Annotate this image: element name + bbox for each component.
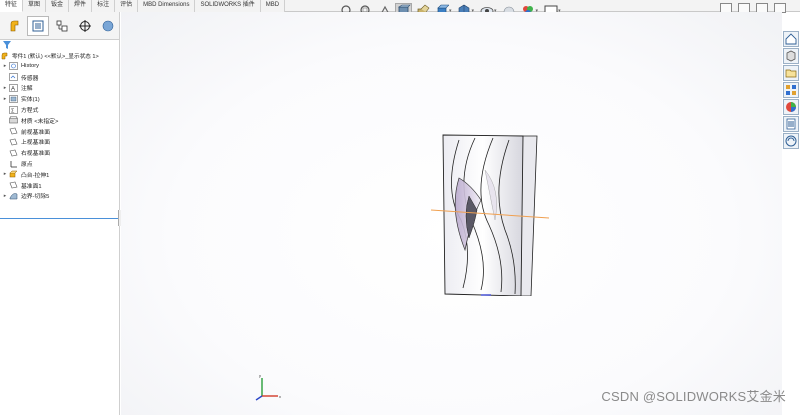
tree-item[interactable]: 传感器 xyxy=(1,72,119,83)
tree-item[interactable]: ▸ 边界-切除5 xyxy=(1,191,119,202)
part-icon xyxy=(1,52,8,59)
extrude-icon xyxy=(9,170,18,178)
tree-item-label: 实体(1) xyxy=(21,97,40,104)
material-icon xyxy=(9,116,18,124)
tab-5[interactable]: 评估 xyxy=(115,0,139,12)
design-library-icon[interactable] xyxy=(783,48,799,64)
plane-icon xyxy=(9,138,18,146)
tree-item-label: 原点 xyxy=(21,162,33,169)
tree-item[interactable]: ▸ History xyxy=(1,61,119,72)
tree-item[interactable]: ▸ 凸台-拉伸1 xyxy=(1,169,119,180)
tab-8[interactable]: MBD xyxy=(260,0,286,12)
tab-feature-manager[interactable] xyxy=(4,16,25,36)
tree-item[interactable]: 原点 xyxy=(1,158,119,169)
part-model[interactable] xyxy=(431,130,561,296)
tab-3[interactable]: 焊件 xyxy=(69,0,93,12)
annotations-icon: A xyxy=(9,84,18,92)
sensor-icon xyxy=(9,73,18,81)
command-manager-tabs: 特征 草图 钣金 焊件 标注 评估 MBD Dimensions SOLIDWORKS 插件 M… xyxy=(0,0,286,12)
watermark: CSDN @SOLIDWORKS艾金米 xyxy=(601,389,786,404)
tree-item-label: 材质 <未指定> xyxy=(21,118,59,125)
svg-text:x: x xyxy=(279,394,281,399)
tree-item-label: 上视基准面 xyxy=(21,140,50,147)
tree-item[interactable]: Σ 方程式 xyxy=(1,104,119,115)
feature-manager-panel: 零件1 (默认) <<默认>_显示状态 1> ▸ History 传感器 ▸ A 注解 ▸ 实… xyxy=(0,12,123,415)
tree-item-label: History xyxy=(21,63,40,70)
plane-icon xyxy=(9,127,18,135)
tab-6[interactable]: MBD Dimensions xyxy=(138,0,196,12)
expand-caret-icon[interactable]: ▸ xyxy=(1,63,9,69)
tree-item-label: 传感器 xyxy=(21,75,39,82)
task-pane xyxy=(782,30,800,150)
svg-text:A: A xyxy=(11,86,15,92)
expand-caret-icon[interactable]: ▸ xyxy=(1,171,9,177)
equations-icon: Σ xyxy=(9,105,18,114)
tree-root-label: 零件1 (默认) <<默认>_显示状态 1> xyxy=(12,53,99,60)
file-explorer-icon[interactable] xyxy=(783,65,799,81)
tree-item[interactable]: 材质 <未指定> xyxy=(1,115,119,126)
view-palette-icon[interactable] xyxy=(783,82,799,98)
property-manager-icon xyxy=(32,20,44,31)
forum-icon[interactable] xyxy=(783,133,799,149)
graphics-area[interactable]: y x xyxy=(121,12,782,415)
custom-properties-icon[interactable] xyxy=(783,116,799,132)
tab-2[interactable]: 钣金 xyxy=(46,0,70,12)
dimxpert-icon xyxy=(78,19,91,32)
tree-item-label: 右视基准面 xyxy=(21,151,50,158)
tree-item[interactable]: 上视基准面 xyxy=(1,137,119,148)
tree-item[interactable]: 前视基准面 xyxy=(1,126,119,137)
tab-0[interactable]: 特征 xyxy=(0,0,24,12)
solid-bodies-icon xyxy=(9,94,18,103)
expand-caret-icon[interactable]: ▸ xyxy=(1,96,9,102)
tab-1[interactable]: 草图 xyxy=(23,0,47,12)
tab-property-manager[interactable] xyxy=(27,15,49,36)
svg-text:y: y xyxy=(259,373,261,378)
appearances-icon[interactable] xyxy=(783,99,799,115)
tab-4[interactable]: 标注 xyxy=(92,0,116,12)
tab-dimxpert-manager[interactable] xyxy=(74,16,95,36)
boundary-cut-icon xyxy=(9,192,18,200)
configuration-manager-icon xyxy=(56,20,67,31)
tree-item-label: 边界-切除5 xyxy=(21,194,50,201)
history-icon xyxy=(9,62,18,71)
reference-triad: y x xyxy=(255,373,281,401)
rollback-bar[interactable] xyxy=(0,218,119,219)
tree-item[interactable]: 基准面1 xyxy=(1,180,119,191)
display-manager-icon xyxy=(103,20,114,31)
tree-item-label: 前视基准面 xyxy=(21,129,50,136)
tab-7[interactable]: SOLIDWORKS 插件 xyxy=(195,0,261,12)
expand-caret-icon[interactable]: ▸ xyxy=(1,193,9,199)
tree-root-part[interactable]: 零件1 (默认) <<默认>_显示状态 1> xyxy=(1,50,119,61)
tree-filter[interactable] xyxy=(0,40,119,50)
tree-item-label: 方程式 xyxy=(21,108,39,115)
panel-tabs xyxy=(0,12,119,40)
filter-icon xyxy=(3,41,11,49)
plane-icon xyxy=(9,181,18,189)
solidworks-resources-icon[interactable] xyxy=(783,31,799,47)
tree-item-label: 基准面1 xyxy=(21,183,42,190)
tab-configuration-manager[interactable] xyxy=(51,16,72,36)
tree-item-label: 凸台-拉伸1 xyxy=(21,172,50,179)
tree-item-label: 注解 xyxy=(21,86,33,93)
origin-icon xyxy=(9,160,18,168)
expand-caret-icon[interactable]: ▸ xyxy=(1,85,9,91)
tree-item[interactable]: 右视基准面 xyxy=(1,147,119,158)
feature-tree: 零件1 (默认) <<默认>_显示状态 1> ▸ History 传感器 ▸ A 注解 ▸ 实… xyxy=(0,50,119,201)
tree-item[interactable]: ▸ 实体(1) xyxy=(1,93,119,104)
svg-text:Σ: Σ xyxy=(11,108,15,114)
tree-item[interactable]: ▸ A 注解 xyxy=(1,83,119,94)
plane-icon xyxy=(9,149,18,157)
feature-manager-icon xyxy=(10,20,19,31)
tab-display-manager[interactable] xyxy=(98,16,119,36)
